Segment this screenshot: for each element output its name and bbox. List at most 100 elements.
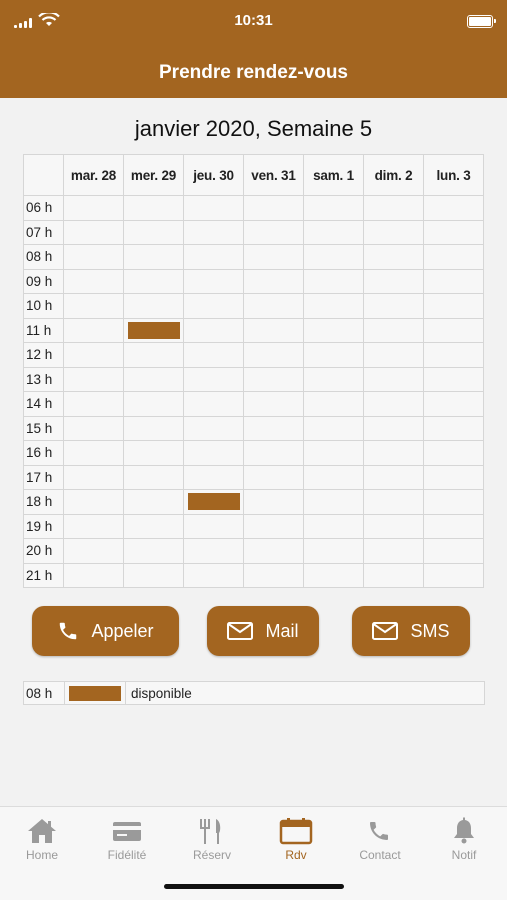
time-slot[interactable] (423, 293, 484, 319)
time-slot[interactable] (243, 366, 304, 392)
time-slot[interactable] (123, 489, 184, 515)
time-slot[interactable] (63, 538, 124, 564)
time-slot[interactable] (363, 293, 424, 319)
tab-contact[interactable]: Contact (338, 817, 422, 862)
time-slot[interactable] (423, 244, 484, 270)
time-slot[interactable] (363, 317, 424, 343)
time-slot[interactable] (183, 317, 244, 343)
time-slot[interactable] (63, 293, 124, 319)
time-slot[interactable] (123, 268, 184, 294)
time-slot[interactable] (63, 513, 124, 539)
time-slot[interactable] (423, 391, 484, 417)
time-slot[interactable] (423, 219, 484, 245)
time-slot[interactable] (183, 489, 244, 515)
time-slot[interactable] (303, 317, 364, 343)
time-slot[interactable] (123, 366, 184, 392)
time-slot[interactable] (303, 538, 364, 564)
time-slot[interactable] (123, 562, 184, 588)
time-slot[interactable] (303, 195, 364, 221)
time-slot[interactable] (183, 195, 244, 221)
time-slot[interactable] (183, 268, 244, 294)
time-slot[interactable] (123, 513, 184, 539)
time-slot[interactable] (303, 415, 364, 441)
time-slot[interactable] (423, 195, 484, 221)
appointment-block[interactable] (188, 493, 240, 510)
time-slot[interactable] (363, 489, 424, 515)
time-slot[interactable] (63, 489, 124, 515)
time-slot[interactable] (183, 562, 244, 588)
time-slot[interactable] (303, 440, 364, 466)
time-slot[interactable] (123, 538, 184, 564)
time-slot[interactable] (123, 219, 184, 245)
time-slot[interactable] (363, 391, 424, 417)
tab-fidelite[interactable]: Fidélité (85, 817, 169, 862)
time-slot[interactable] (243, 391, 304, 417)
time-slot[interactable] (63, 244, 124, 270)
time-slot[interactable] (303, 489, 364, 515)
time-slot[interactable] (63, 464, 124, 490)
time-slot[interactable] (63, 562, 124, 588)
time-slot[interactable] (123, 415, 184, 441)
time-slot[interactable] (183, 244, 244, 270)
time-slot[interactable] (363, 464, 424, 490)
time-slot[interactable] (303, 513, 364, 539)
time-slot[interactable] (423, 415, 484, 441)
time-slot[interactable] (63, 219, 124, 245)
time-slot[interactable] (423, 317, 484, 343)
time-slot[interactable] (63, 268, 124, 294)
time-slot[interactable] (183, 391, 244, 417)
time-slot[interactable] (243, 513, 304, 539)
time-slot[interactable] (123, 342, 184, 368)
time-slot[interactable] (303, 342, 364, 368)
time-slot[interactable] (123, 244, 184, 270)
time-slot[interactable] (243, 317, 304, 343)
time-slot[interactable] (363, 415, 424, 441)
time-slot[interactable] (243, 244, 304, 270)
mail-button[interactable]: Mail (207, 606, 319, 656)
time-slot[interactable] (183, 464, 244, 490)
time-slot[interactable] (123, 317, 184, 343)
time-slot[interactable] (303, 219, 364, 245)
time-slot[interactable] (303, 464, 364, 490)
time-slot[interactable] (243, 342, 304, 368)
time-slot[interactable] (123, 391, 184, 417)
time-slot[interactable] (363, 268, 424, 294)
time-slot[interactable] (423, 440, 484, 466)
tab-home[interactable]: Home (0, 817, 84, 862)
tab-rdv[interactable]: Rdv (254, 817, 338, 862)
time-slot[interactable] (303, 366, 364, 392)
time-slot[interactable] (303, 268, 364, 294)
tab-notif[interactable]: Notif (422, 817, 506, 862)
time-slot[interactable] (63, 317, 124, 343)
sms-button[interactable]: SMS (352, 606, 470, 656)
time-slot[interactable] (423, 489, 484, 515)
time-slot[interactable] (243, 415, 304, 441)
time-slot[interactable] (183, 513, 244, 539)
time-slot[interactable] (363, 562, 424, 588)
time-slot[interactable] (363, 538, 424, 564)
time-slot[interactable] (63, 342, 124, 368)
time-slot[interactable] (303, 391, 364, 417)
time-slot[interactable] (303, 562, 364, 588)
time-slot[interactable] (183, 293, 244, 319)
time-slot[interactable] (243, 538, 304, 564)
time-slot[interactable] (183, 538, 244, 564)
time-slot[interactable] (363, 219, 424, 245)
time-slot[interactable] (243, 219, 304, 245)
time-slot[interactable] (63, 366, 124, 392)
time-slot[interactable] (423, 342, 484, 368)
time-slot[interactable] (123, 440, 184, 466)
time-slot[interactable] (423, 513, 484, 539)
time-slot[interactable] (63, 440, 124, 466)
time-slot[interactable] (63, 391, 124, 417)
appointment-block[interactable] (128, 321, 180, 339)
time-slot[interactable] (363, 244, 424, 270)
time-slot[interactable] (243, 489, 304, 515)
time-slot[interactable] (303, 293, 364, 319)
time-slot[interactable] (363, 366, 424, 392)
time-slot[interactable] (363, 513, 424, 539)
time-slot[interactable] (423, 268, 484, 294)
time-slot[interactable] (363, 342, 424, 368)
time-slot[interactable] (423, 538, 484, 564)
time-slot[interactable] (183, 415, 244, 441)
